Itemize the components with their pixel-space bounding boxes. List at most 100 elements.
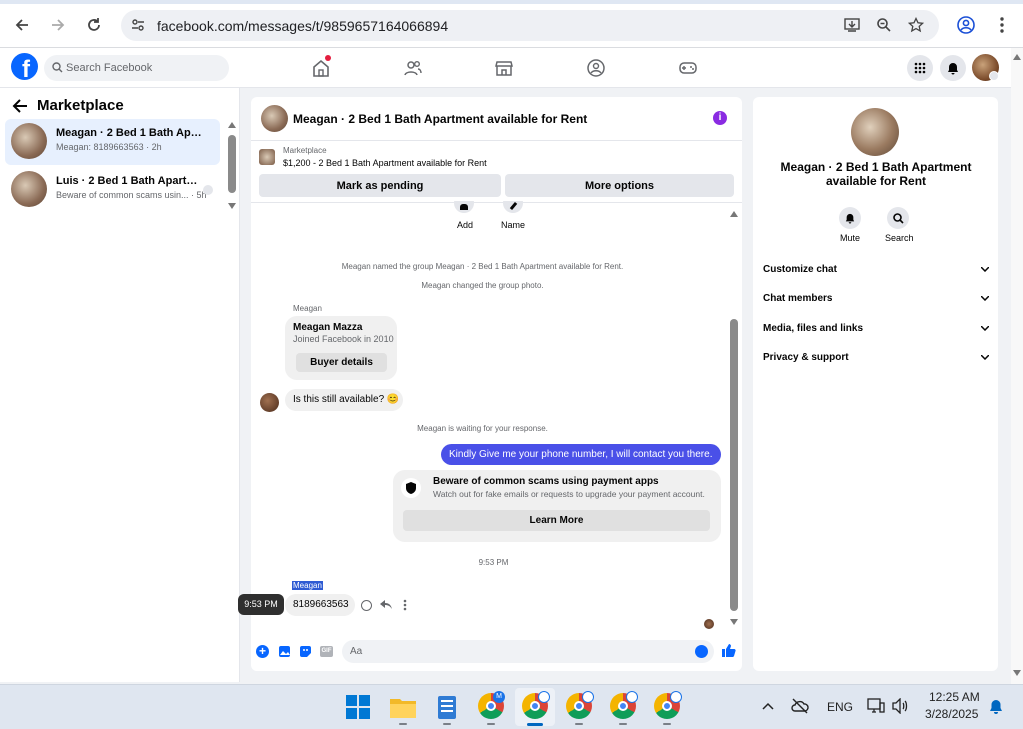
search-placeholder: Search Facebook — [66, 62, 153, 74]
scroll-up-icon[interactable] — [730, 211, 738, 217]
chat-header: Meagan · 2 Bed 1 Bath Apartment availabl… — [251, 97, 742, 141]
search-in-chat-icon[interactable] — [887, 207, 909, 229]
section-media-files-links[interactable]: Media, files and links — [763, 323, 989, 334]
listing-thumbnail — [259, 149, 275, 165]
message-input[interactable]: Aa — [342, 640, 714, 663]
conversation-item[interactable]: Meagan · 2 Bed 1 Bath Apartm... Meagan: … — [5, 119, 220, 165]
page-scrollbar[interactable] — [1011, 48, 1023, 684]
section-privacy-support[interactable]: Privacy & support — [763, 352, 989, 363]
more-actions-icon[interactable] — [403, 599, 407, 611]
group-photo[interactable] — [851, 108, 899, 156]
section-customize-chat[interactable]: Customize chat — [763, 264, 989, 275]
message-timestamp: 9:53 PM — [478, 558, 509, 567]
search-label[interactable]: Search — [885, 233, 914, 243]
edit-name-icon[interactable] — [503, 201, 523, 213]
url-text[interactable]: facebook.com/messages/t/9859657164066894 — [157, 18, 448, 34]
profile-card: Meagan Mazza Joined Facebook in 2010 Buy… — [285, 316, 397, 380]
mute-bell-icon[interactable] — [839, 207, 861, 229]
menu-grid-icon[interactable] — [907, 55, 933, 81]
bookmark-star-icon[interactable] — [900, 9, 932, 41]
conversation-avatar — [11, 123, 47, 159]
marketplace-icon[interactable] — [494, 58, 514, 78]
chat-avatar[interactable] — [261, 105, 288, 132]
account-chevron-icon — [989, 71, 999, 81]
sender-label: Meagan — [293, 304, 322, 313]
sticker-icon[interactable] — [299, 645, 312, 658]
message-bubble[interactable]: 8189663563 — [285, 594, 355, 616]
scroll-thumb[interactable] — [228, 135, 236, 193]
thumbs-up-icon[interactable] — [721, 643, 736, 658]
onedrive-offline-icon[interactable] — [791, 698, 809, 714]
reply-icon[interactable] — [380, 600, 392, 610]
scam-title: Beware of common scams using payment app… — [433, 476, 659, 487]
volume-icon[interactable] — [892, 698, 910, 714]
groups-icon[interactable] — [586, 58, 606, 78]
network-icon[interactable] — [867, 698, 885, 714]
install-app-icon[interactable] — [836, 9, 868, 41]
zoom-icon[interactable] — [868, 9, 900, 41]
chat-scrollbar[interactable] — [729, 209, 739, 629]
add-attachment-icon[interactable]: + — [256, 645, 269, 658]
clock-time[interactable]: 12:25 AM — [929, 690, 980, 704]
more-options-button[interactable]: More options — [505, 174, 734, 197]
gaming-icon[interactable] — [678, 58, 698, 78]
reload-icon[interactable] — [78, 9, 110, 41]
notepad-icon[interactable] — [437, 694, 457, 720]
learn-more-button[interactable]: Learn More — [403, 510, 710, 531]
back-icon[interactable] — [6, 9, 38, 41]
scroll-down-icon[interactable] — [730, 619, 738, 625]
mark-pending-button[interactable]: Mark as pending — [259, 174, 501, 197]
active-indicator — [527, 723, 543, 726]
details-title: Meagan · 2 Bed 1 Bath Apartment availabl… — [780, 160, 972, 188]
site-settings-icon[interactable] — [131, 18, 145, 32]
windows-start-icon[interactable] — [346, 695, 370, 719]
read-receipt-avatar — [704, 619, 714, 629]
message-bubble[interactable]: Is this still available? 😊 — [285, 389, 403, 411]
running-indicator — [575, 723, 583, 725]
name-label[interactable]: Name — [501, 220, 525, 230]
browser-menu-icon[interactable] — [986, 9, 1018, 41]
conversation-scrollbar[interactable] — [226, 122, 238, 209]
account-avatar[interactable] — [972, 54, 999, 81]
react-emoji-icon[interactable] — [361, 600, 372, 611]
conversation-item[interactable]: Luis · 2 Bed 1 Bath Apartmen... Beware o… — [5, 167, 220, 213]
home-icon[interactable] — [311, 55, 331, 78]
conversation-preview: Beware of common scams usin... · 5h — [56, 190, 207, 200]
clock-date[interactable]: 3/28/2025 — [925, 707, 978, 721]
language-indicator[interactable]: ENG — [827, 700, 853, 714]
gif-icon[interactable]: GIF — [320, 646, 333, 657]
running-indicator — [399, 723, 407, 725]
info-icon[interactable]: i — [713, 111, 727, 125]
friends-icon[interactable] — [403, 58, 423, 78]
outgoing-message-bubble[interactable]: Kindly Give me your phone number, I will… — [441, 444, 721, 465]
facebook-search-input[interactable]: Search Facebook — [44, 55, 229, 81]
listing-title[interactable]: $1,200 - 2 Bed 1 Bath Apartment availabl… — [283, 158, 487, 168]
scroll-down-icon[interactable] — [228, 203, 236, 209]
sender-avatar[interactable] — [260, 393, 279, 412]
notifications-bell-icon[interactable] — [940, 55, 966, 81]
add-label[interactable]: Add — [457, 220, 473, 230]
chat-title[interactable]: Meagan · 2 Bed 1 Bath Apartment availabl… — [293, 112, 587, 126]
section-chat-members[interactable]: Chat members — [763, 293, 989, 304]
mute-label[interactable]: Mute — [840, 233, 860, 243]
shield-icon — [401, 478, 421, 498]
scroll-thumb[interactable] — [730, 319, 738, 611]
profile-icon[interactable] — [950, 9, 982, 41]
buyer-details-button[interactable]: Buyer details — [296, 353, 387, 372]
listing-label: Marketplace — [283, 146, 327, 155]
file-explorer-icon[interactable] — [390, 696, 416, 718]
message-input-placeholder: Aa — [350, 646, 363, 657]
emoji-icon[interactable] — [695, 645, 708, 658]
photo-icon[interactable] — [278, 645, 291, 658]
scroll-up-icon[interactable] — [1013, 54, 1021, 60]
forward-icon[interactable] — [42, 9, 74, 41]
chat-panel: Meagan · 2 Bed 1 Bath Apartment availabl… — [251, 97, 742, 671]
scroll-up-icon[interactable] — [228, 122, 236, 128]
address-bar[interactable]: facebook.com/messages/t/9859657164066894 — [121, 10, 939, 41]
facebook-logo-icon[interactable]: f — [11, 53, 38, 80]
scroll-down-icon[interactable] — [1013, 670, 1021, 676]
tray-chevron-up-icon[interactable] — [762, 702, 774, 710]
notification-center-bell-icon[interactable] — [989, 699, 1003, 715]
add-person-icon[interactable] — [454, 201, 474, 213]
back-arrow-icon[interactable] — [12, 98, 28, 113]
